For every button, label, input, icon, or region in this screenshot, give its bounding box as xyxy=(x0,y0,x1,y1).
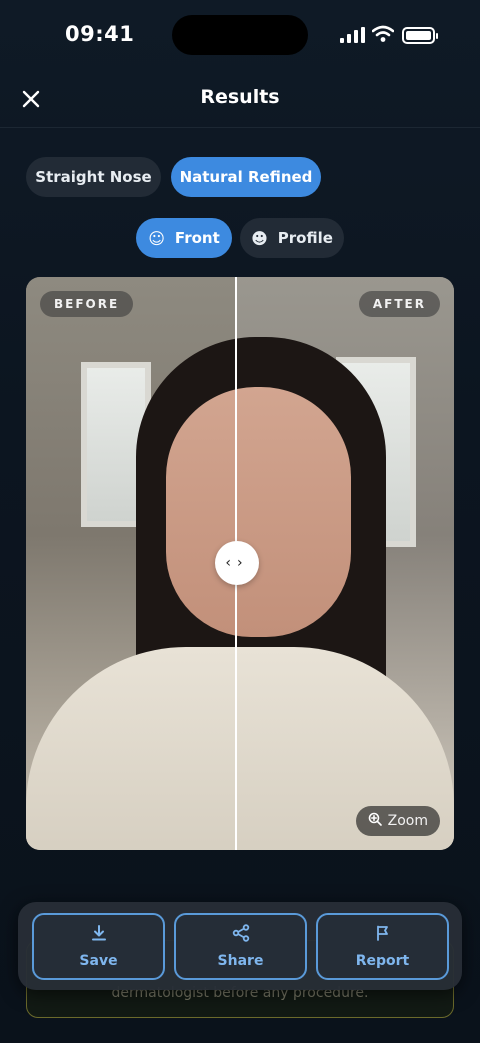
style-option-natural-refined[interactable]: Natural Refined xyxy=(171,157,321,197)
face-profile-icon: ☻ xyxy=(251,228,268,248)
report-button[interactable]: Report xyxy=(316,913,449,980)
style-option-straight-nose[interactable]: Straight Nose xyxy=(26,157,161,197)
dynamic-island xyxy=(172,15,308,55)
share-button[interactable]: Share xyxy=(174,913,307,980)
download-icon xyxy=(90,924,108,947)
save-button[interactable]: Save xyxy=(32,913,165,980)
subject-face xyxy=(166,387,351,637)
status-bar: 09:41 xyxy=(0,0,480,70)
zoom-in-icon xyxy=(368,812,382,830)
after-badge: AFTER xyxy=(358,291,440,317)
style-option-label: Natural Refined xyxy=(179,168,313,186)
battery-icon xyxy=(402,27,438,44)
report-label: Report xyxy=(355,953,410,969)
view-option-profile[interactable]: ☻ Profile xyxy=(240,218,344,258)
face-front-icon: ☺ xyxy=(148,228,165,248)
slider-handle[interactable]: ‹› xyxy=(215,541,259,585)
page-title: Results xyxy=(200,86,280,108)
wifi-icon xyxy=(372,25,394,42)
view-option-label: Front xyxy=(174,229,220,247)
status-time: 09:41 xyxy=(65,22,135,46)
style-option-label: Straight Nose xyxy=(35,168,152,186)
save-label: Save xyxy=(79,953,118,969)
signal-icon xyxy=(340,27,365,43)
action-toolbar: Save Share Report xyxy=(18,902,462,990)
share-icon xyxy=(232,924,250,947)
chevron-left-right-icon: ‹› xyxy=(225,555,249,571)
header: Results xyxy=(0,70,480,128)
share-label: Share xyxy=(217,953,264,969)
before-badge: BEFORE xyxy=(40,291,134,317)
before-after-comparison[interactable]: ‹› BEFORE AFTER Zoom xyxy=(26,277,454,850)
view-option-front[interactable]: ☺ Front xyxy=(136,218,232,258)
zoom-button[interactable]: Zoom xyxy=(355,806,440,836)
view-option-label: Profile xyxy=(277,229,333,247)
zoom-label: Zoom xyxy=(387,813,428,829)
flag-icon xyxy=(374,924,392,947)
